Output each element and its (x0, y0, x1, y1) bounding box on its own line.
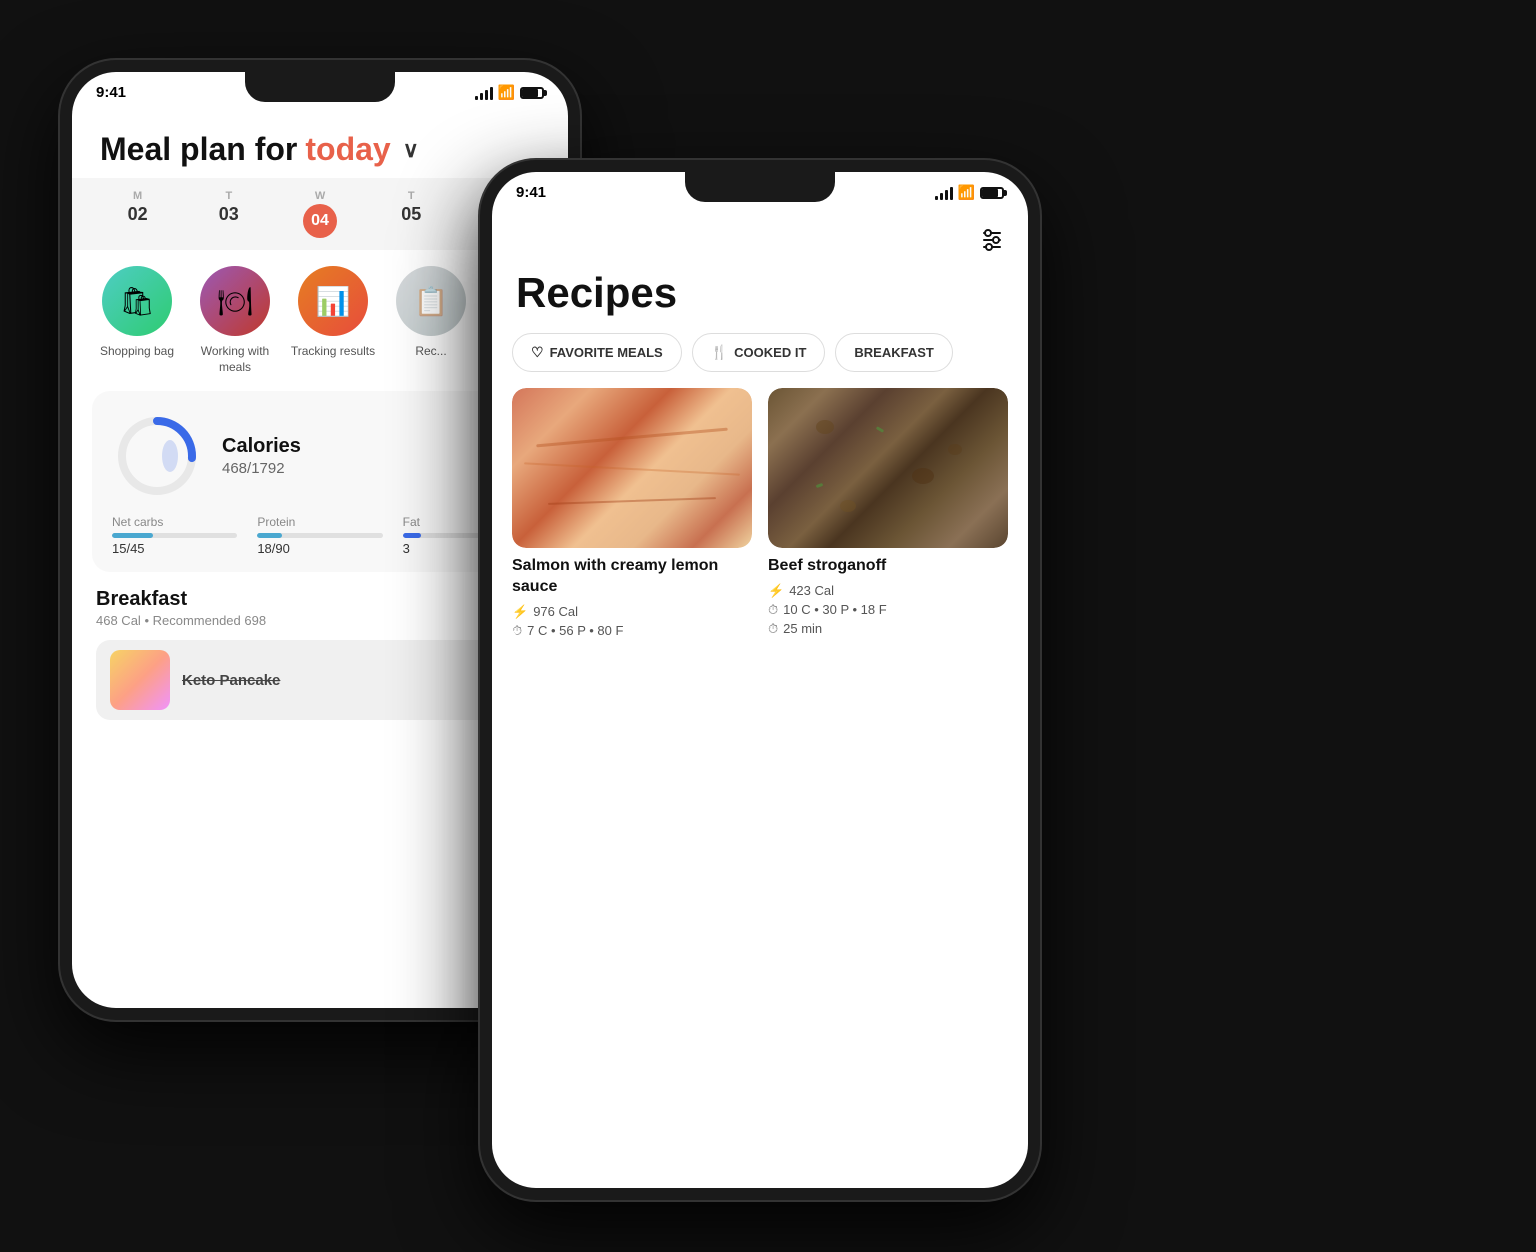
qa-label-shopping: Shopping bag (100, 344, 174, 360)
netcarbs-label: Net carbs (112, 515, 237, 529)
salmon-image (512, 388, 752, 548)
beef-time: 25 min (783, 621, 822, 636)
battery-icon-2 (980, 187, 1004, 199)
salmon-cal: 976 Cal (533, 604, 578, 619)
clock-icon-3: ⏱ (768, 621, 778, 637)
salmon-cal-row: ⚡ 976 Cal (512, 604, 752, 620)
qa-rec[interactable]: 📋 Rec... (386, 266, 476, 375)
macro-bars: Net carbs 15/45 Protein 18/90 (112, 515, 528, 556)
protein-value: 18/90 (257, 541, 382, 556)
rec-icon: 📋 (396, 266, 466, 336)
qa-tracking[interactable]: 📊 Tracking results (288, 266, 378, 375)
meal-item-preview[interactable]: Keto Pancake (96, 640, 544, 720)
clock-icon-2: ⏱ (768, 602, 778, 618)
recipe-card-salmon[interactable]: Salmon with creamy lemon sauce ⚡ 976 Cal… (512, 388, 752, 639)
food-name: Keto Pancake (182, 672, 280, 689)
status-icons-1: 📶 (475, 84, 544, 101)
pill-favorite-meals[interactable]: ♡ FAVORITE MEALS (512, 333, 682, 372)
macro-netcarbs: Net carbs 15/45 (112, 515, 237, 556)
bolt-icon-1: ⚡ (512, 604, 528, 620)
netcarbs-value: 15/45 (112, 541, 237, 556)
calories-top: Calories 468/1792 (112, 411, 528, 501)
calories-donut (112, 411, 202, 501)
wifi-icon: 📶 (498, 84, 515, 101)
pill-breakfast-label: BREAKFAST (854, 345, 933, 360)
salmon-meta: ⚡ 976 Cal ⏱ 7 C • 56 P • 80 F (512, 604, 752, 639)
pill-cooked-it[interactable]: 🍴 COOKED IT (692, 333, 826, 372)
bolt-icon-2: ⚡ (768, 583, 784, 599)
breakfast-cal: 468 Cal (96, 613, 141, 628)
phone-2: 9:41 📶 (480, 160, 1040, 1200)
title-today: today (305, 131, 390, 168)
breakfast-separator: • (144, 613, 152, 628)
calories-value: 468/1792 (222, 460, 301, 477)
pill-breakfast[interactable]: BREAKFAST (835, 333, 952, 372)
filter-button[interactable] (976, 225, 1008, 261)
macro-protein: Protein 18/90 (257, 515, 382, 556)
qa-label-tracking: Tracking results (291, 344, 375, 360)
breakfast-label: Breakfast (96, 588, 544, 611)
protein-label: Protein (257, 515, 382, 529)
notch-2 (685, 172, 835, 202)
week-day-mon[interactable]: M 02 (92, 184, 183, 244)
app2-header (492, 215, 1028, 261)
time-1: 9:41 (96, 84, 126, 101)
qa-shopping-bag[interactable]: 🛍 Shopping bag (92, 266, 182, 375)
clock-icon-1: ⏱ (512, 623, 522, 639)
week-day-thu[interactable]: T 05 (366, 184, 457, 244)
qa-working-meals[interactable]: 🍽 Working with meals (190, 266, 280, 375)
notch-1 (245, 72, 395, 102)
phone-2-screen: 9:41 📶 (492, 172, 1028, 1188)
beef-macros-row: ⏱ 10 C • 30 P • 18 F (768, 602, 1008, 618)
food-thumbnail (110, 650, 170, 710)
salmon-macros-row: ⏱ 7 C • 56 P • 80 F (512, 623, 752, 639)
breakfast-recommended: Recommended 698 (153, 613, 266, 628)
fork-icon: 🍴 (711, 344, 728, 361)
week-day-wed[interactable]: W 04 (274, 184, 365, 244)
signal-icon-2 (935, 186, 953, 200)
beef-name: Beef stroganoff (768, 556, 1008, 577)
wifi-icon-2: 📶 (958, 184, 975, 201)
tracking-icon: 📊 (298, 266, 368, 336)
signal-icon (475, 86, 493, 100)
week-day-tue[interactable]: T 03 (183, 184, 274, 244)
recipe-card-beef[interactable]: Beef stroganoff ⚡ 423 Cal ⏱ 10 C • 30 P … (768, 388, 1008, 639)
calories-label: Calories (222, 435, 301, 458)
beef-meta: ⚡ 423 Cal ⏱ 10 C • 30 P • 18 F ⏱ 25 min (768, 583, 1008, 637)
app2-content: Recipes ♡ FAVORITE MEALS 🍴 COOKED IT BRE… (492, 205, 1028, 1188)
qa-label-rec: Rec... (415, 344, 446, 360)
pancake-image (110, 650, 170, 710)
shopping-bag-icon: 🛍 (102, 266, 172, 336)
protein-bar (257, 533, 382, 538)
app2-title: Recipes (492, 261, 1028, 333)
heart-icon: ♡ (531, 344, 544, 361)
calories-info: Calories 468/1792 (222, 435, 301, 477)
time-2: 9:41 (516, 184, 546, 201)
title-prefix: Meal plan for (100, 131, 297, 168)
pill-favorite-label: FAVORITE MEALS (550, 345, 663, 360)
beef-image (768, 388, 1008, 548)
working-meals-icon: 🍽 (200, 266, 270, 336)
netcarbs-bar (112, 533, 237, 538)
beef-cal: 423 Cal (789, 583, 834, 598)
pill-cooked-label: COOKED IT (734, 345, 806, 360)
beef-time-row: ⏱ 25 min (768, 621, 1008, 637)
salmon-name: Salmon with creamy lemon sauce (512, 556, 752, 598)
salmon-macros: 7 C • 56 P • 80 F (527, 623, 623, 638)
breakfast-meta: 468 Cal • Recommended 698 (96, 613, 544, 628)
app1-title: Meal plan for today ∨ (72, 115, 568, 178)
beef-cal-row: ⚡ 423 Cal (768, 583, 1008, 599)
recipe-grid: Salmon with creamy lemon sauce ⚡ 976 Cal… (492, 388, 1028, 639)
status-icons-2: 📶 (935, 184, 1004, 201)
beef-macros: 10 C • 30 P • 18 F (783, 602, 887, 617)
battery-icon (520, 87, 544, 99)
chevron-icon[interactable]: ∨ (403, 137, 419, 163)
filter-pills: ♡ FAVORITE MEALS 🍴 COOKED IT BREAKFAST (492, 333, 1028, 388)
qa-label-meals: Working with meals (190, 344, 280, 375)
